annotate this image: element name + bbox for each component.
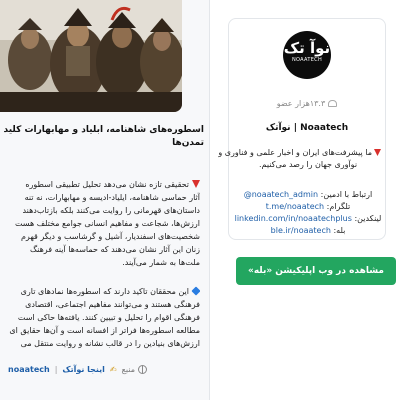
source-text: منبع <box>121 364 135 374</box>
open-in-web-app-button[interactable]: مشاهده در وب اپلیکیشن «بله» <box>236 257 396 285</box>
admin-link[interactable]: @noaatech_admin <box>244 190 318 199</box>
paragraph-text: این محققان تاکید دارند که اسطوره‌ها نماد… <box>20 287 189 296</box>
paragraph-line: ملت‌ها به شمار می‌آیند. <box>122 258 200 267</box>
contact-row: بله: ble.ir/noaatech <box>233 225 383 237</box>
footer-separator: | <box>54 364 58 374</box>
description-text: ما پیشرفت‌های ایران و اخبار علمی و فناور… <box>218 148 372 157</box>
users-icon <box>328 100 338 107</box>
blue-diamond-icon <box>191 286 200 296</box>
contact-label: بله: <box>333 226 346 235</box>
linkedin-link[interactable]: linkedin.com/in/noaatechplus <box>235 214 352 223</box>
source-label: منبع <box>121 364 147 374</box>
channel-description: ما پیشرفت‌های ایران و اخبار علمی و فناور… <box>218 147 381 171</box>
channel-card: نوآ تک NOAATECH ۱۳.۳هزار عضو Noaatech | … <box>218 18 386 240</box>
channel-link[interactable]: noaatech <box>8 365 50 374</box>
pen-icon: ✍ <box>109 364 117 374</box>
red-triangle-icon <box>192 180 200 188</box>
contact-label: لینکدین: <box>354 214 382 223</box>
contact-row: تلگرام: t.me/noaatech <box>233 201 383 213</box>
globe-icon <box>138 364 147 374</box>
member-count: ۱۳.۳هزار عضو <box>229 99 385 108</box>
post-paragraph-1: تحقیقی تازه نشان می‌دهد تحلیل تطبیقی اسط… <box>4 178 200 269</box>
channel-logo: نوآ تک NOAATECH <box>283 31 331 79</box>
paragraph-line: ارزش‌ها، شجاعت و مفاهیم انسانی جوامع مخت… <box>14 219 200 228</box>
paragraph-line: آثار حماسی شاهنامه، ایلیاد-ادیسه و مهابه… <box>24 193 200 202</box>
contact-label: ارتباط با ادمین: <box>320 190 373 199</box>
post-title: اسطوره‌های شاهنامه، ابلیاد و مهابهارات ک… <box>4 124 204 150</box>
channel-contacts: ارتباط با ادمین: @noaatech_admin تلگرام:… <box>233 189 383 237</box>
telegram-link[interactable]: t.me/noaatech <box>266 202 324 211</box>
source-link[interactable]: اینجا نوآتک <box>62 365 105 374</box>
red-triangle-icon <box>374 149 381 156</box>
post-paragraph-2: این محققان تاکید دارند که اسطوره‌ها نماد… <box>4 285 200 350</box>
logo-word: NOAATECH <box>291 57 323 63</box>
paragraph-line: فرهنگی هستند و می‌توانند مفاهیم اجتماعی،… <box>25 300 200 309</box>
paragraph-line: زنان این آثار نشان می‌دهند که حماسه‌ها آ… <box>30 245 200 254</box>
contact-row: لینکدین: linkedin.com/in/noaatechplus <box>233 213 383 225</box>
member-count-text: ۱۳.۳هزار عضو <box>276 99 326 108</box>
description-line: ما پیشرفت‌های ایران و اخبار علمی و فناور… <box>218 147 381 159</box>
description-line: نوآوری جهان را رصد می‌کنیم. <box>258 160 358 169</box>
warriors-illustration <box>0 0 182 112</box>
post-image[interactable] <box>0 0 182 112</box>
post-title-line: اسطوره‌های شاهنامه، ابلیاد و مهابهارات ک… <box>4 125 204 135</box>
paragraph-line: فرهنگی اقوام را تحلیل و تبیین کنند. یافت… <box>17 313 200 322</box>
paragraph-line: تحقیقی تازه نشان می‌دهد تحلیل تطبیقی اسط… <box>4 178 200 191</box>
paragraph-line: داستان‌های قهرمانی را روایت می‌کنند بلکه… <box>22 206 200 215</box>
post-title-line: تمدن‌ها <box>172 138 204 148</box>
post-card: اسطوره‌های شاهنامه، ابلیاد و مهابهارات ک… <box>0 0 210 400</box>
channel-name: Noaatech | نوآتک <box>265 123 349 133</box>
paragraph-text: تحقیقی تازه نشان می‌دهد تحلیل تطبیقی اسط… <box>25 180 189 189</box>
contact-row: ارتباط با ادمین: @noaatech_admin <box>233 189 383 201</box>
paragraph-line: ارزش‌های بنیادین را در قالب نشانه و روای… <box>20 339 200 348</box>
paragraph-line: این محققان تاکید دارند که اسطوره‌ها نماد… <box>4 285 200 298</box>
post-footer: منبع ✍ اینجا نوآتک | noaatech <box>8 361 198 377</box>
paragraph-line: شخصیت‌های اسفندیار، آشیل و گرشاسب و دیگر… <box>20 232 200 241</box>
bale-link[interactable]: ble.ir/noaatech <box>271 226 331 235</box>
contact-label: تلگرام: <box>326 202 351 211</box>
logo-mark: نوآ تک <box>283 39 331 57</box>
paragraph-line: مطالعه اسطوره‌ها فراتر از افسانه است و آ… <box>9 326 200 335</box>
